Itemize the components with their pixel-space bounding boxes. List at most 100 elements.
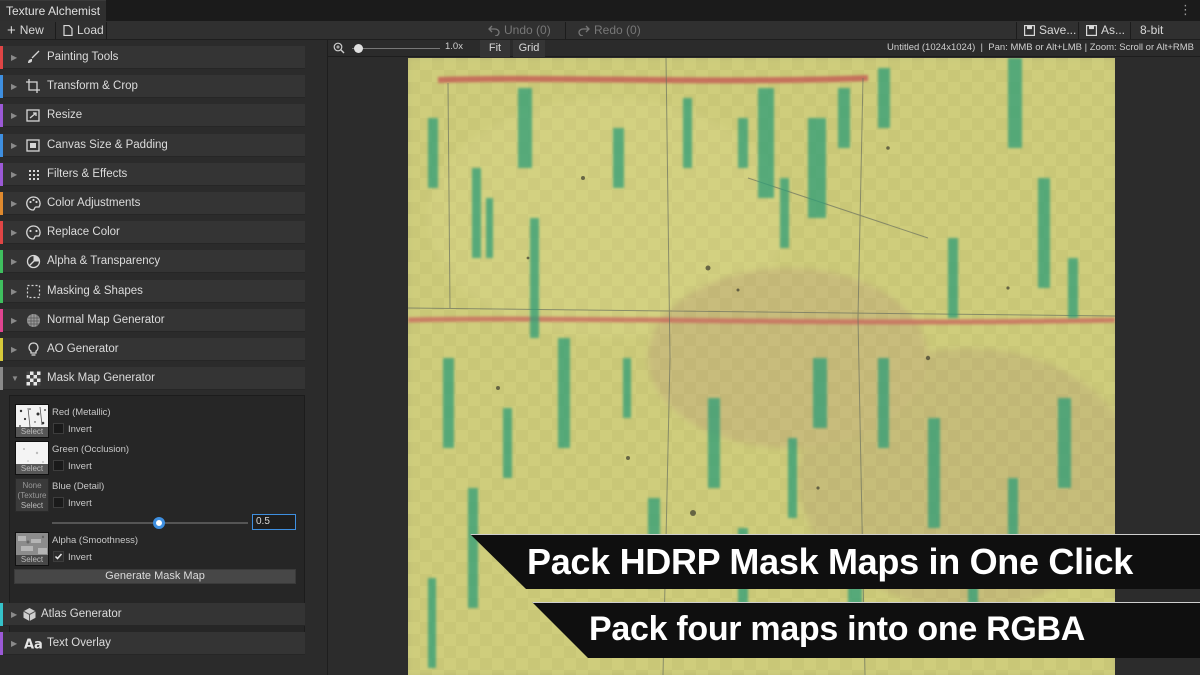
sidebar-section-alpha-transparency[interactable]: ▶ Alpha & Transparency: [0, 250, 305, 273]
chevron-right-icon[interactable]: ▶: [11, 603, 17, 626]
svg-text:Aa: Aa: [24, 638, 43, 652]
window-title[interactable]: Texture Alchemist: [0, 0, 107, 21]
sidebar-section-normal-map-generator[interactable]: ▶ Normal Map Generator: [0, 309, 305, 332]
section-color-bar: [0, 338, 3, 361]
none-label: None: [22, 481, 42, 490]
save-icon: [1024, 25, 1035, 36]
section-label: Masking & Shapes: [47, 285, 143, 297]
toolbar: + New Load Undo (0) Redo (0) Save... As.…: [0, 21, 1200, 40]
palette-icon: [26, 196, 41, 211]
green-invert-checkbox[interactable]: [53, 460, 64, 471]
section-label: Text Overlay: [47, 637, 111, 649]
section-label: Transform & Crop: [47, 80, 138, 92]
alpha-invert-checkbox[interactable]: [53, 551, 64, 562]
green-invert-label: Invert: [68, 461, 92, 472]
alpha-channel-thumbnail[interactable]: Select: [15, 532, 49, 566]
save-as-icon: [1086, 25, 1097, 36]
sidebar-section-canvas-size-padding[interactable]: ▶ Canvas Size & Padding: [0, 134, 305, 157]
sidebar-section-ao-generator[interactable]: ▶ AO Generator: [0, 338, 305, 361]
zoom-slider-track: [352, 48, 440, 49]
section-label: Color Adjustments: [47, 197, 141, 209]
sidebar-section-mask-map-generator[interactable]: ▼ Mask Map Generator: [0, 367, 305, 390]
undo-icon: [488, 25, 500, 36]
mask-icon: [26, 284, 41, 299]
chevron-right-icon[interactable]: ▶: [11, 250, 17, 273]
red-channel-thumbnail[interactable]: Select: [15, 404, 49, 438]
section-label: Painting Tools: [47, 51, 119, 63]
blue-channel-label: Blue (Detail): [52, 481, 105, 492]
grid-button[interactable]: Grid: [513, 40, 545, 57]
blue-value-field[interactable]: 0.5: [252, 514, 296, 530]
chevron-right-icon[interactable]: ▶: [11, 75, 17, 98]
green-channel-label: Green (Occlusion): [52, 444, 130, 455]
sidebar-section-filters-effects[interactable]: ▶ Filters & Effects: [0, 163, 305, 186]
chevron-right-icon[interactable]: ▶: [11, 163, 17, 186]
blue-invert-label: Invert: [68, 498, 92, 509]
sidebar-section-transform-crop[interactable]: ▶ Transform & Crop: [0, 75, 305, 98]
bulb-icon: [26, 342, 41, 357]
section-label: Canvas Size & Padding: [47, 139, 168, 151]
blue-select-label: Select: [16, 501, 48, 511]
slider-thumb[interactable]: [153, 517, 165, 529]
more-menu-icon[interactable]: ⋮: [1179, 2, 1192, 18]
alpha-select-label: Select: [16, 555, 48, 565]
red-select-label: Select: [16, 427, 48, 437]
red-channel-label: Red (Metallic): [52, 407, 111, 418]
save-button[interactable]: Save...: [1024, 21, 1076, 40]
fit-button[interactable]: Fit: [480, 40, 510, 57]
file-icon: [63, 25, 73, 36]
blue-value-slider[interactable]: [52, 517, 248, 529]
sidebar-section-text-overlay[interactable]: ▶ Aa Text Overlay: [0, 632, 305, 655]
section-label: AO Generator: [47, 343, 119, 355]
section-label: Resize: [47, 109, 83, 121]
load-button-label: Load: [77, 23, 104, 37]
section-label: Mask Map Generator: [47, 372, 156, 384]
redo-button[interactable]: Redo (0): [578, 21, 641, 40]
sidebar-section-color-adjustments[interactable]: ▶ Color Adjustments: [0, 192, 305, 215]
section-color-bar: [0, 632, 3, 655]
sidebar-section-resize[interactable]: ▶ Resize: [0, 104, 305, 127]
undo-button[interactable]: Undo (0): [488, 21, 551, 40]
blue-channel-thumbnail[interactable]: None (Texture Select: [15, 478, 49, 512]
zoom-icon[interactable]: [333, 42, 345, 54]
normal-icon: [26, 313, 41, 328]
section-label: Alpha & Transparency: [47, 255, 161, 267]
zoom-slider[interactable]: [352, 43, 440, 54]
chevron-right-icon[interactable]: ▶: [11, 104, 17, 127]
view-bar: 1.0x Fit Grid Untitled (1024x1024) | Pan…: [328, 40, 1200, 57]
chevron-right-icon[interactable]: ▶: [11, 632, 17, 655]
sidebar-section-atlas-generator[interactable]: ▶ Atlas Generator: [0, 603, 305, 626]
section-color-bar: [0, 75, 3, 98]
load-button[interactable]: Load: [63, 21, 104, 40]
promo-subline: Pack four maps into one RGBA: [589, 610, 1086, 648]
chevron-right-icon[interactable]: ▶: [11, 309, 17, 332]
save-as-button[interactable]: As...: [1086, 21, 1125, 40]
chevron-right-icon[interactable]: ▶: [11, 192, 17, 215]
chevron-right-icon[interactable]: ▶: [11, 280, 17, 303]
blue-invert-checkbox[interactable]: [53, 497, 64, 508]
chevron-down-icon[interactable]: ▼: [11, 367, 19, 390]
promo-headline-banner: Pack HDRP Mask Maps in One Click: [470, 534, 1200, 589]
section-color-bar: [0, 134, 3, 157]
sidebar-section-masking-shapes[interactable]: ▶ Masking & Shapes: [0, 280, 305, 303]
chevron-right-icon[interactable]: ▶: [11, 338, 17, 361]
generate-mask-map-button[interactable]: Generate Mask Map: [14, 569, 296, 584]
chevron-right-icon[interactable]: ▶: [11, 46, 17, 69]
green-channel-thumbnail[interactable]: Select: [15, 441, 49, 475]
none-sub-label: (Texture: [17, 491, 47, 500]
red-invert-label: Invert: [68, 424, 92, 435]
section-color-bar: [0, 46, 3, 69]
zoom-slider-thumb[interactable]: [354, 44, 363, 53]
section-label: Filters & Effects: [47, 168, 128, 180]
sidebar-section-replace-color[interactable]: ▶ Replace Color: [0, 221, 305, 244]
save-as-label: As...: [1101, 23, 1126, 37]
red-invert-checkbox[interactable]: [53, 423, 64, 434]
mask-map-panel: Select Red (Metallic) Invert Select Gree…: [9, 395, 305, 633]
sidebar: ▶ Painting Tools ▶ Transform & Crop ▶ Resize ▶…: [0, 40, 328, 675]
chevron-right-icon[interactable]: ▶: [11, 134, 17, 157]
chevron-right-icon[interactable]: ▶: [11, 221, 17, 244]
bit-depth-toggle[interactable]: 8-bit: [1140, 21, 1163, 40]
new-button[interactable]: + New: [7, 21, 44, 40]
sidebar-section-painting-tools[interactable]: ▶ Painting Tools: [0, 46, 305, 69]
section-color-bar: [0, 280, 3, 303]
